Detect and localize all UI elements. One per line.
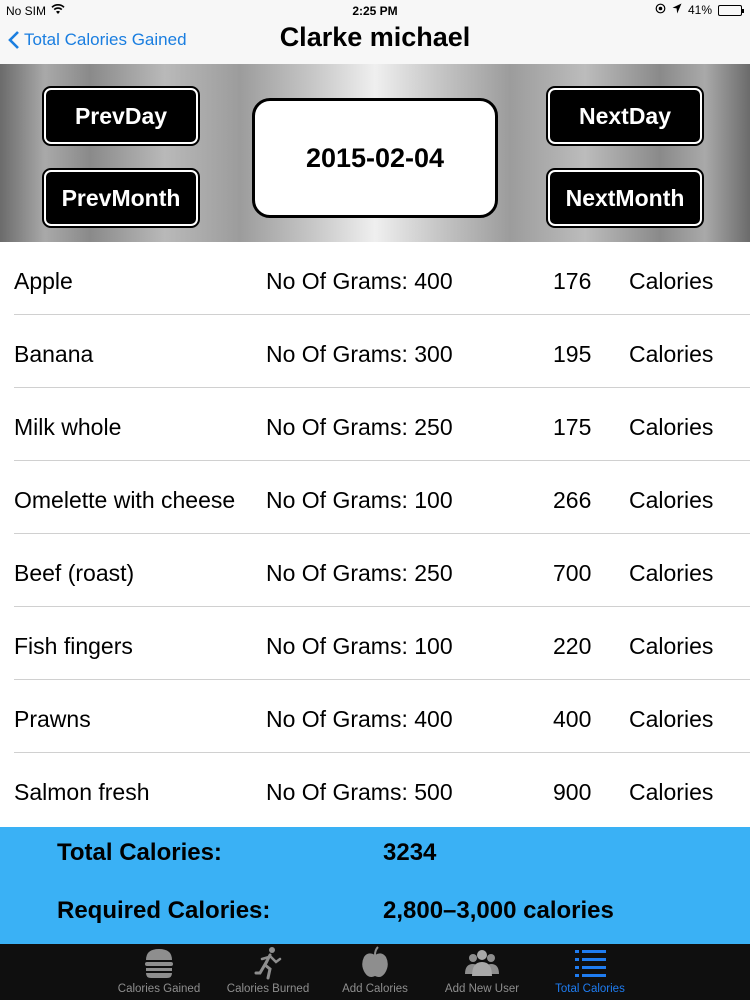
prev-day-button[interactable]: PrevDay xyxy=(44,88,198,144)
tab-total-calories[interactable]: Total Calories xyxy=(535,944,645,1000)
food-grams: No Of Grams: 500 xyxy=(266,779,453,805)
required-calories-label: Required Calories: xyxy=(57,897,271,924)
calories-unit: Calories xyxy=(629,268,714,294)
total-calories-value: 3234 xyxy=(383,839,437,866)
food-grams: No Of Grams: 300 xyxy=(266,341,453,367)
list-item[interactable]: Banana No Of Grams: 300 195 Calories xyxy=(0,315,750,388)
food-name: Beef (roast) xyxy=(14,560,135,586)
calories-unit: Calories xyxy=(629,706,714,732)
food-list: Apple No Of Grams: 400 176 Calories Bana… xyxy=(0,242,750,828)
list-item[interactable]: Salmon fresh No Of Grams: 500 900 Calori… xyxy=(0,753,750,826)
navigation-bar: Total Calories Gained Clarke michael xyxy=(0,22,750,64)
list-item[interactable]: Milk whole No Of Grams: 250 175 Calories xyxy=(0,388,750,461)
tab-add-new-user[interactable]: Add New User xyxy=(427,944,537,1000)
list-item[interactable]: Prawns No Of Grams: 400 400 Calories xyxy=(0,680,750,753)
calories-unit: Calories xyxy=(629,633,714,659)
tab-label: Add Calories xyxy=(342,983,408,995)
calories-unit: Calories xyxy=(629,341,714,367)
food-calories: 176 xyxy=(553,268,592,294)
tab-bar: Calories Gained Calories Burned Add Calo… xyxy=(0,944,750,1000)
date-navigation-panel: PrevDay PrevMonth 2015-02-04 NextDay Nex… xyxy=(0,64,750,242)
list-item[interactable]: Beef (roast) No Of Grams: 250 700 Calori… xyxy=(0,534,750,607)
list-icon xyxy=(575,950,606,977)
tab-label: Add New User xyxy=(444,983,520,995)
food-grams: No Of Grams: 250 xyxy=(266,560,453,586)
food-calories: 175 xyxy=(553,414,592,440)
orientation-lock-icon xyxy=(655,3,666,17)
burger-icon xyxy=(145,949,173,978)
runner-icon xyxy=(254,947,282,980)
total-calories-label: Total Calories: xyxy=(57,839,222,866)
clock: 2:25 PM xyxy=(352,4,398,18)
users-icon xyxy=(465,950,499,976)
location-icon xyxy=(672,3,682,17)
list-item[interactable]: Apple No Of Grams: 400 176 Calories xyxy=(0,242,750,315)
food-name: Salmon fresh xyxy=(14,779,150,805)
next-day-button[interactable]: NextDay xyxy=(548,88,702,144)
food-grams: No Of Grams: 250 xyxy=(266,414,453,440)
list-item[interactable]: Omelette with cheese No Of Grams: 100 26… xyxy=(0,461,750,534)
food-grams: No Of Grams: 100 xyxy=(266,633,453,659)
food-name: Prawns xyxy=(14,706,91,732)
current-date-display: 2015-02-04 xyxy=(252,98,498,218)
food-name: Milk whole xyxy=(14,414,122,440)
food-grams: No Of Grams: 400 xyxy=(266,706,453,732)
calories-unit: Calories xyxy=(629,779,714,805)
tab-label: Calories Burned xyxy=(226,983,310,995)
list-item[interactable]: Fish fingers No Of Grams: 100 220 Calori… xyxy=(0,607,750,680)
required-calories-value: 2,800–3,000 calories xyxy=(383,897,614,924)
food-grams: No Of Grams: 100 xyxy=(266,487,453,513)
food-name: Apple xyxy=(14,268,73,294)
totals-panel: Total Calories: 3234 Required Calories: … xyxy=(0,827,750,944)
calories-unit: Calories xyxy=(629,414,714,440)
food-calories: 700 xyxy=(553,560,592,586)
apple-icon xyxy=(362,946,388,977)
next-month-button[interactable]: NextMonth xyxy=(548,170,702,226)
status-bar: No SIM 2:25 PM 41% xyxy=(0,0,750,22)
tab-label: Calories Gained xyxy=(117,983,201,995)
tab-add-calories[interactable]: Add Calories xyxy=(320,944,430,1000)
food-name: Banana xyxy=(14,341,94,367)
prev-month-button[interactable]: PrevMonth xyxy=(44,170,198,226)
tab-label: Total Calories xyxy=(555,983,625,995)
tab-calories-burned[interactable]: Calories Burned xyxy=(213,944,323,1000)
calories-unit: Calories xyxy=(629,560,714,586)
page-title: Clarke michael xyxy=(279,22,471,52)
food-calories: 266 xyxy=(553,487,592,513)
food-name: Omelette with cheese xyxy=(14,487,236,513)
battery-icon xyxy=(718,4,744,16)
food-grams: No Of Grams: 400 xyxy=(266,268,453,294)
food-calories: 900 xyxy=(553,779,592,805)
tab-calories-gained[interactable]: Calories Gained xyxy=(104,944,214,1000)
food-calories: 220 xyxy=(553,633,592,659)
food-calories: 400 xyxy=(553,706,592,732)
battery-percent: 41% xyxy=(687,3,712,17)
calories-unit: Calories xyxy=(629,487,714,513)
food-calories: 195 xyxy=(553,341,592,367)
food-name: Fish fingers xyxy=(14,633,133,659)
